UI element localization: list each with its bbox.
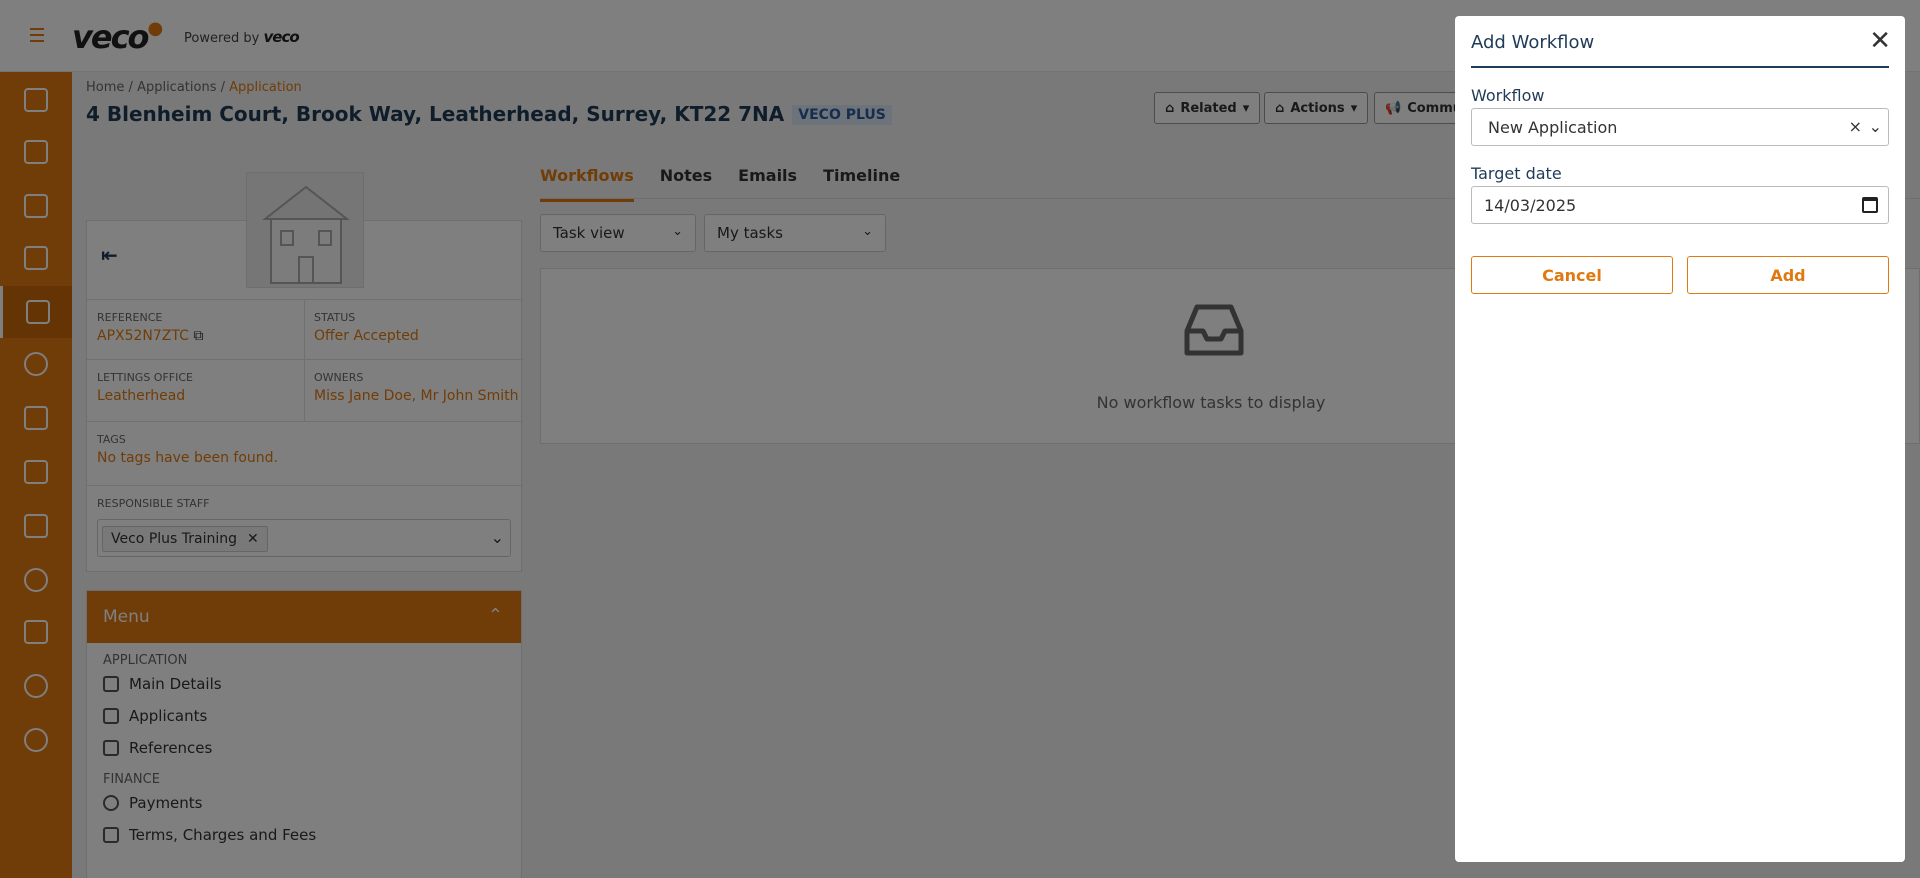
chevron-down-icon[interactable]: ⌄ [1869, 117, 1882, 136]
workflow-label: Workflow [1471, 86, 1545, 105]
workflow-select[interactable]: New Application × ⌄ [1471, 108, 1889, 146]
target-date-label: Target date [1471, 164, 1562, 183]
clear-icon[interactable]: × [1849, 117, 1862, 136]
close-icon[interactable]: ✕ [1869, 28, 1891, 54]
dialog-title: Add Workflow [1471, 32, 1595, 53]
add-button[interactable]: Add [1687, 256, 1889, 294]
calendar-icon[interactable] [1862, 197, 1878, 213]
target-date-input[interactable]: 14/03/2025 [1471, 186, 1889, 224]
cancel-button[interactable]: Cancel [1471, 256, 1673, 294]
add-workflow-dialog: Add Workflow ✕ Workflow New Application … [1455, 16, 1905, 862]
